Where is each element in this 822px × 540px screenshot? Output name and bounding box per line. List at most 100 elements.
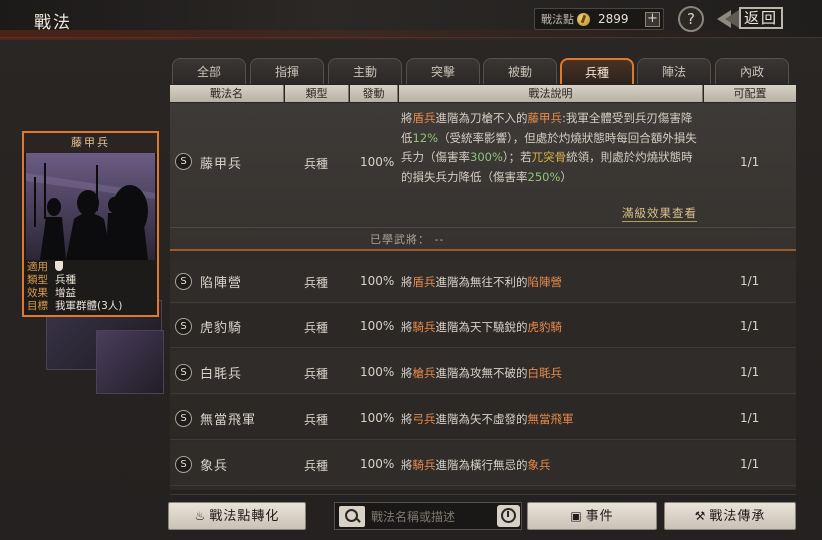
- table-row[interactable]: S 象兵 兵種 100% 將騎兵進階為橫行無忌的象兵 1/1: [170, 442, 796, 486]
- history-clock-icon[interactable]: [497, 505, 520, 527]
- desc-text: 進階為天下驍銳的: [435, 320, 528, 334]
- tab-command[interactable]: 指揮: [250, 58, 324, 84]
- event-book-icon: ▣: [570, 509, 583, 523]
- tactic-card: 藤甲兵 適用 類型 兵種 效果 增益 目標 我軍群體(3人): [22, 131, 159, 317]
- tactic-rate: 100%: [360, 411, 395, 425]
- tab-internal[interactable]: 內政: [715, 58, 789, 84]
- tab-formation[interactable]: 陣法: [637, 58, 711, 84]
- rank-badge: S: [175, 410, 192, 427]
- table-row[interactable]: S 白毦兵 兵種 100% 將槍兵進階為攻無不破的白毦兵 1/1: [170, 350, 796, 394]
- desc-value: 250%: [527, 169, 561, 184]
- tactic-name: 藤甲兵: [200, 157, 243, 172]
- tactic-rate: 100%: [360, 155, 395, 169]
- card-info: 適用 類型 兵種 效果 增益 目標 我軍群體(3人): [27, 261, 155, 313]
- rank-badge: S: [175, 456, 192, 473]
- tab-all[interactable]: 全部: [172, 58, 246, 84]
- tactic-type: 兵種: [304, 276, 329, 290]
- desc-keyword: 象兵: [527, 458, 551, 472]
- shield-icon: [55, 261, 63, 271]
- card-title: 藤甲兵: [24, 133, 157, 153]
- back-button[interactable]: 返回: [717, 6, 807, 32]
- tab-troop[interactable]: 兵種: [560, 58, 634, 84]
- col-config: 可配置: [704, 85, 796, 102]
- tactic-name: 陷陣營: [200, 276, 243, 291]
- target-value: 我軍群體(3人): [55, 300, 123, 312]
- add-points-button[interactable]: +: [645, 12, 660, 27]
- table-row[interactable]: S 無當飛軍 兵種 100% 將弓兵進階為矢不虛發的無當飛軍 1/1: [170, 396, 796, 440]
- tactic-config: 1/1: [740, 411, 760, 425]
- type-value: 兵種: [55, 274, 76, 286]
- desc-text: 將: [401, 111, 413, 125]
- search-icon[interactable]: [339, 506, 365, 527]
- tactic-rate: 100%: [360, 274, 395, 288]
- desc-text: 將: [401, 320, 413, 334]
- table-row[interactable]: S 陷陣營 兵種 100% 將盾兵進階為無往不利的陷陣營 1/1: [170, 259, 796, 303]
- page-title: 戰法: [34, 13, 72, 33]
- search-input[interactable]: [371, 506, 489, 527]
- rank-badge: S: [175, 273, 192, 290]
- desc-text: 進階為無往不利的: [435, 275, 528, 289]
- search-box: [334, 502, 522, 530]
- tactic-rate: 100%: [360, 319, 395, 333]
- desc-text: 進階為矢不虛發的: [435, 412, 528, 426]
- soldiers-art-image: [26, 153, 155, 260]
- desc-keyword: 弓兵: [412, 412, 436, 426]
- table-row-selected[interactable]: S 藤甲兵 兵種 100% 將盾兵進階為刀槍不入的藤甲兵:我軍全體受到兵刃傷害降…: [170, 103, 796, 251]
- tab-assault[interactable]: 突擊: [406, 58, 480, 84]
- event-label: 事件: [585, 509, 614, 524]
- desc-keyword: 藤甲兵: [527, 111, 563, 125]
- tactic-type: 兵種: [304, 157, 329, 171]
- desc-text: 進階為攻無不破的: [435, 366, 528, 380]
- rank-badge: S: [175, 364, 192, 381]
- desc-keyword: 騎兵: [412, 320, 436, 334]
- target-label: 目標: [27, 300, 48, 312]
- learned-value: --: [434, 233, 445, 246]
- desc-text: ）；若: [502, 150, 532, 164]
- desc-value: 300%: [470, 150, 503, 164]
- rank-badge: S: [175, 153, 192, 170]
- inherit-button[interactable]: ⚒ 戰法傳承: [664, 502, 796, 530]
- row-separator: [170, 227, 796, 228]
- points-value: 2899: [598, 12, 629, 26]
- desc-value: 12%: [412, 130, 439, 145]
- tactic-description: 將盾兵進階為刀槍不入的藤甲兵:我軍全體受到兵刃傷害降低12%（受統率影響），但處…: [401, 109, 701, 187]
- desc-general: 兀突骨: [531, 150, 567, 164]
- help-button[interactable]: ?: [678, 6, 704, 32]
- tab-passive[interactable]: 被動: [483, 58, 557, 84]
- coin-icon: [577, 12, 590, 26]
- desc-keyword: 白毦兵: [527, 366, 563, 380]
- tactic-points-box: 戰法點 2899 +: [534, 8, 664, 30]
- tactic-description: 將盾兵進階為無往不利的陷陣營: [401, 274, 562, 290]
- header-glow: [0, 30, 822, 40]
- tactic-name: 虎豹騎: [200, 321, 243, 336]
- bottom-divider: [170, 494, 796, 495]
- desc-text: 將: [401, 458, 413, 472]
- learned-label: 已學武將：: [370, 233, 430, 246]
- tactic-rate: 100%: [360, 457, 395, 471]
- full-effect-link[interactable]: 滿級效果查看: [622, 205, 697, 222]
- col-type: 類型: [285, 85, 349, 102]
- tactic-type: 兵種: [304, 413, 329, 427]
- desc-keyword: 虎豹騎: [527, 320, 563, 334]
- event-button[interactable]: ▣ 事件: [527, 502, 657, 530]
- tactic-type: 兵種: [304, 367, 329, 381]
- col-name: 戰法名: [170, 85, 284, 102]
- convert-points-button[interactable]: ♨ 戰法點轉化: [168, 502, 306, 530]
- tactic-description: 將弓兵進階為矢不虛發的無當飛軍: [401, 411, 574, 427]
- top-bar: 戰法 戰法點 2899 + ? 返回: [0, 0, 822, 40]
- tactic-name: 無當飛軍: [200, 413, 257, 428]
- tactic-config: 1/1: [740, 457, 760, 471]
- desc-keyword: 騎兵: [412, 458, 436, 472]
- col-trigger: 發動: [350, 85, 398, 102]
- tactic-name: 象兵: [200, 459, 229, 474]
- table-row[interactable]: S 虎豹騎 兵種 100% 將騎兵進階為天下驍銳的虎豹騎 1/1: [170, 304, 796, 348]
- effect-label: 效果: [27, 287, 48, 299]
- tactic-config: 1/1: [740, 365, 760, 379]
- desc-keyword: 盾兵: [412, 275, 436, 289]
- tab-active[interactable]: 主動: [328, 58, 402, 84]
- desc-text: 將: [401, 275, 413, 289]
- convert-label: 戰法點轉化: [209, 509, 280, 524]
- type-label: 類型: [27, 274, 48, 286]
- inherit-label: 戰法傳承: [709, 509, 766, 524]
- back-arrow-shadow-icon: [725, 10, 739, 28]
